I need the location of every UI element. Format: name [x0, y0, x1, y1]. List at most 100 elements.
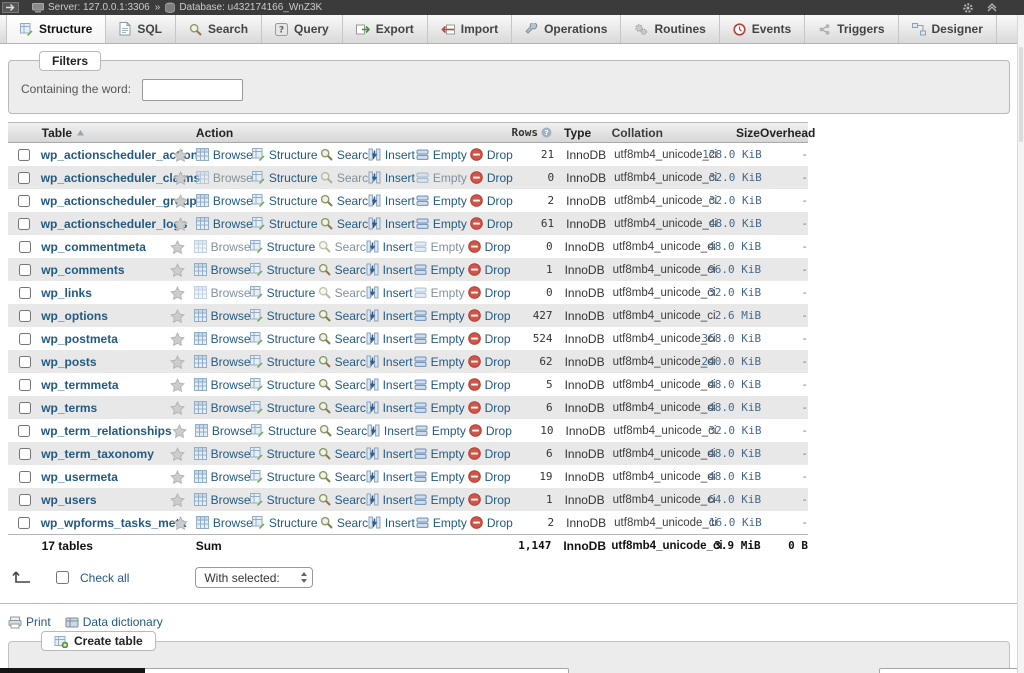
action-empty-link[interactable]: Empty: [414, 332, 468, 346]
scrollbar-thumb[interactable]: [1019, 47, 1023, 142]
action-insert-link[interactable]: Insert: [366, 447, 414, 461]
tab-export[interactable]: Export: [343, 15, 428, 43]
action-insert-link[interactable]: Insert: [368, 171, 416, 185]
action-browse-link[interactable]: Browse: [194, 355, 250, 369]
action-search-link[interactable]: Search: [318, 286, 366, 300]
favorite-toggle[interactable]: [170, 401, 193, 415]
action-insert-link[interactable]: Insert: [367, 424, 415, 438]
action-browse-link[interactable]: Browse: [195, 424, 251, 438]
action-search-link[interactable]: Search: [318, 332, 366, 346]
action-structure-link[interactable]: Structure: [252, 217, 320, 231]
action-empty-link[interactable]: Empty: [414, 470, 468, 484]
favorite-toggle[interactable]: [170, 263, 193, 277]
action-search-link[interactable]: Search: [318, 447, 366, 461]
table-name-link[interactable]: wp_wpforms_tasks_meta: [41, 516, 186, 530]
action-search-link[interactable]: Search: [318, 493, 366, 507]
action-empty-link[interactable]: Empty: [416, 171, 470, 185]
table-name-link[interactable]: wp_terms: [41, 401, 97, 415]
print-link[interactable]: Print: [8, 615, 51, 629]
favorite-toggle[interactable]: [170, 240, 193, 254]
tab-designer[interactable]: Designer: [899, 15, 997, 43]
row-checkbox[interactable]: [19, 471, 31, 483]
favorite-toggle[interactable]: [173, 217, 196, 231]
table-name-link[interactable]: wp_term_taxonomy: [41, 447, 154, 461]
action-structure-link[interactable]: Structure: [252, 148, 320, 162]
favorite-toggle[interactable]: [170, 309, 193, 323]
tab-structure[interactable]: Structure: [6, 15, 106, 43]
action-insert-link[interactable]: Insert: [368, 148, 416, 162]
action-search-link[interactable]: Search: [320, 194, 368, 208]
table-name-link[interactable]: wp_actionscheduler_logs: [41, 217, 188, 231]
columns-count-input-partial[interactable]: [879, 668, 1024, 673]
action-structure-link[interactable]: Structure: [250, 355, 318, 369]
table-name-link[interactable]: wp_users: [41, 493, 96, 507]
action-empty-link[interactable]: Empty: [415, 424, 469, 438]
action-insert-link[interactable]: Insert: [368, 516, 416, 530]
action-search-link[interactable]: Search: [318, 378, 366, 392]
action-insert-link[interactable]: Insert: [366, 332, 414, 346]
action-drop-link[interactable]: Drop: [469, 424, 511, 438]
favorite-toggle[interactable]: [170, 286, 193, 300]
action-insert-link[interactable]: Insert: [366, 309, 414, 323]
row-checkbox[interactable]: [19, 264, 31, 276]
favorite-toggle[interactable]: [170, 355, 193, 369]
action-insert-link[interactable]: Insert: [366, 493, 414, 507]
database-breadcrumb[interactable]: Database: u432174166_WnZ3K: [165, 2, 322, 13]
table-name-link[interactable]: wp_term_relationships: [41, 424, 172, 438]
action-empty-link[interactable]: Empty: [414, 263, 468, 277]
action-browse-link[interactable]: Browse: [194, 240, 250, 254]
row-checkbox[interactable]: [18, 172, 30, 184]
favorite-toggle[interactable]: [170, 378, 193, 392]
action-drop-link[interactable]: Drop: [468, 378, 510, 392]
tab-events[interactable]: Events: [720, 15, 805, 43]
action-search-link[interactable]: Search: [318, 401, 366, 415]
table-name-link[interactable]: wp_postmeta: [41, 332, 118, 346]
action-browse-link[interactable]: Browse: [194, 263, 250, 277]
action-drop-link[interactable]: Drop: [470, 194, 512, 208]
favorite-toggle[interactable]: [173, 194, 196, 208]
create-table-legend[interactable]: Create table: [41, 631, 156, 651]
action-insert-link[interactable]: Insert: [366, 401, 414, 415]
action-drop-link[interactable]: Drop: [468, 470, 510, 484]
tab-operations[interactable]: Operations: [512, 15, 621, 43]
containing-word-input[interactable]: [142, 79, 243, 101]
action-drop-link[interactable]: Drop: [468, 263, 510, 277]
favorite-toggle[interactable]: [170, 332, 193, 346]
data-dictionary-link[interactable]: Data dictionary: [65, 615, 163, 629]
action-structure-link[interactable]: Structure: [252, 516, 320, 530]
action-structure-link[interactable]: Structure: [250, 240, 318, 254]
action-drop-link[interactable]: Drop: [468, 401, 510, 415]
row-checkbox[interactable]: [19, 241, 31, 253]
action-insert-link[interactable]: Insert: [366, 355, 414, 369]
action-drop-link[interactable]: Drop: [468, 355, 510, 369]
action-insert-link[interactable]: Insert: [368, 194, 416, 208]
action-search-link[interactable]: Search: [318, 240, 366, 254]
action-browse-link[interactable]: Browse: [194, 378, 250, 392]
action-structure-link[interactable]: Structure: [250, 401, 318, 415]
action-insert-link[interactable]: Insert: [368, 217, 416, 231]
row-checkbox[interactable]: [18, 218, 30, 230]
action-search-link[interactable]: Search: [318, 355, 366, 369]
action-empty-link[interactable]: Empty: [414, 447, 468, 461]
row-checkbox[interactable]: [19, 448, 31, 460]
action-browse-link[interactable]: Browse: [194, 332, 250, 346]
check-all-checkbox[interactable]: [56, 571, 69, 584]
action-search-link[interactable]: Search: [320, 516, 368, 530]
row-checkbox[interactable]: [18, 149, 30, 161]
favorite-toggle[interactable]: [170, 447, 193, 461]
action-drop-link[interactable]: Drop: [470, 148, 512, 162]
action-empty-link[interactable]: Empty: [414, 286, 468, 300]
row-checkbox[interactable]: [19, 310, 31, 322]
action-search-link[interactable]: Search: [320, 171, 368, 185]
table-name-link[interactable]: wp_commentmeta: [41, 240, 146, 254]
table-name-link[interactable]: wp_usermeta: [41, 470, 118, 484]
action-browse-link[interactable]: Browse: [194, 401, 250, 415]
action-empty-link[interactable]: Empty: [414, 355, 468, 369]
action-structure-link[interactable]: Structure: [252, 194, 320, 208]
action-search-link[interactable]: Search: [318, 309, 366, 323]
action-empty-link[interactable]: Empty: [416, 148, 470, 162]
action-empty-link[interactable]: Empty: [416, 217, 470, 231]
action-browse-link[interactable]: Browse: [196, 194, 252, 208]
action-browse-link[interactable]: Browse: [196, 516, 252, 530]
action-drop-link[interactable]: Drop: [470, 516, 512, 530]
